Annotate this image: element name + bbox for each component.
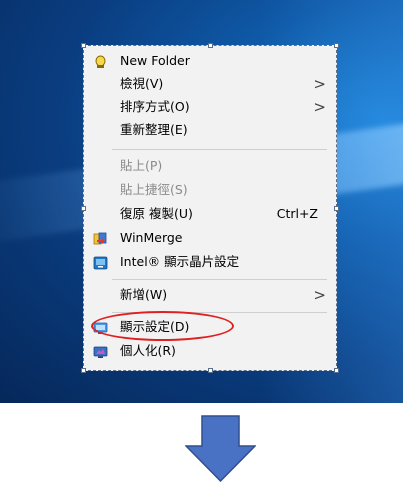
- intel-graphics-icon: [93, 255, 108, 270]
- resize-handle: [334, 368, 339, 373]
- resize-handle: [81, 368, 86, 373]
- submenu-arrow-icon: >: [313, 98, 326, 116]
- submenu-arrow-icon: >: [313, 75, 326, 93]
- menu-item-new-folder[interactable]: New Folder: [84, 50, 336, 72]
- shortcut-text: Ctrl+Z: [276, 206, 318, 221]
- menu-item-paste-shortcut: 貼上捷徑(S): [120, 182, 188, 197]
- menu-item-sort-by[interactable]: 排序方式(O) >: [84, 96, 336, 118]
- menu-item-intel-graphics[interactable]: Intel® 顯示晶片設定: [84, 251, 336, 273]
- resize-handle: [208, 368, 213, 373]
- menu-separator: [112, 279, 327, 280]
- highlight-circle-annotation: [91, 311, 234, 341]
- menu-separator: [112, 149, 327, 150]
- menu-item-personalize[interactable]: 個人化(R): [84, 340, 336, 362]
- menu-item-winmerge[interactable]: WinMerge: [84, 227, 336, 249]
- winmerge-icon: [93, 231, 108, 245]
- menu-item-view[interactable]: 檢視(V) >: [84, 73, 336, 95]
- personalize-icon: [93, 344, 108, 358]
- resize-handle: [334, 43, 339, 48]
- resize-handle: [81, 43, 86, 48]
- menu-item-undo-copy[interactable]: 復原 複製(U) Ctrl+Z: [84, 203, 336, 225]
- resize-handle: [208, 43, 213, 48]
- folder-icon: [93, 54, 108, 68]
- menu-item-new[interactable]: 新增(W) >: [84, 284, 336, 306]
- menu-item-refresh[interactable]: 重新整理(E): [84, 119, 336, 141]
- submenu-arrow-icon: >: [313, 286, 326, 304]
- down-arrow-icon: [185, 415, 256, 482]
- menu-item-paste: 貼上(P): [120, 158, 163, 173]
